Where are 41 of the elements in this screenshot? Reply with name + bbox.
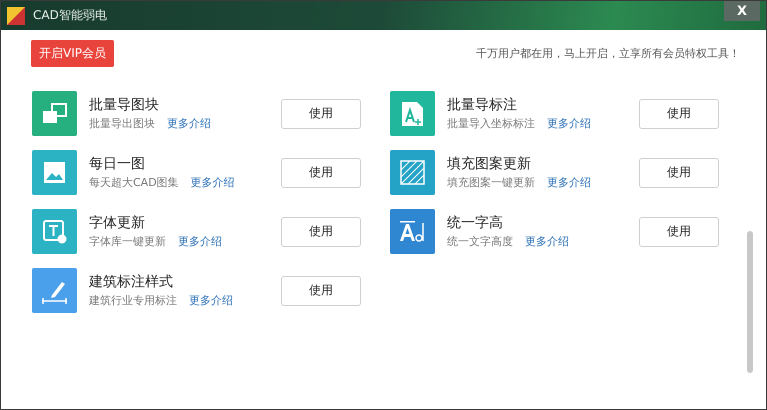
tool-name: 建筑标注样式 [89,273,174,291]
close-button[interactable]: X [724,1,760,21]
tool-description: 字体库一键更新 [89,234,166,249]
app-logo-icon [7,6,25,24]
tool-icon [32,268,77,313]
use-button[interactable]: 使用 [281,98,361,128]
tool-name: 统一字高 [447,214,504,232]
more-info-link[interactable]: 更多介绍 [167,116,211,131]
more-info-link[interactable]: 更多介绍 [547,116,591,131]
tool-name: 批量导标注 [447,96,518,114]
scrollbar[interactable] [747,231,753,373]
more-info-link[interactable]: 更多介绍 [190,175,235,190]
tagline: 千万用户都在用，马上开启，立享所有会员特权工具！ [476,46,740,61]
tool-name: 每日一图 [89,155,146,173]
use-button[interactable]: 使用 [281,216,361,246]
tool-description: 批量导出图块 [89,116,155,131]
more-info-link[interactable]: 更多介绍 [525,234,569,249]
more-info-link[interactable]: 更多介绍 [547,175,591,190]
use-button[interactable]: 使用 [639,158,719,188]
use-button[interactable]: 使用 [639,216,719,246]
tool-icon [390,209,435,254]
tool-name: 填充图案更新 [447,155,532,173]
tool-description: 每天超大CAD图集 [89,175,179,190]
tool-icon [32,91,77,136]
vip-button[interactable]: 开启VIP会员 [31,40,114,67]
tool-icon [390,91,435,136]
tool-description: 统一文字高度 [447,234,513,249]
tool-icon [32,209,77,254]
use-button[interactable]: 使用 [281,276,361,306]
tool-icon [32,150,77,195]
tool-description: 批量导入坐标标注 [447,116,535,131]
tool-description: 填充图案一键更新 [447,175,535,190]
tool-description: 建筑行业专用标注 [89,293,177,308]
window-title: CAD智能弱电 [33,7,108,24]
tool-name: 字体更新 [89,214,146,232]
tool-icon [390,150,435,195]
more-info-link[interactable]: 更多介绍 [178,234,222,249]
use-button[interactable]: 使用 [281,158,361,188]
use-button[interactable]: 使用 [639,98,719,128]
more-info-link[interactable]: 更多介绍 [189,293,233,308]
tool-name: 批量导图块 [89,96,160,114]
